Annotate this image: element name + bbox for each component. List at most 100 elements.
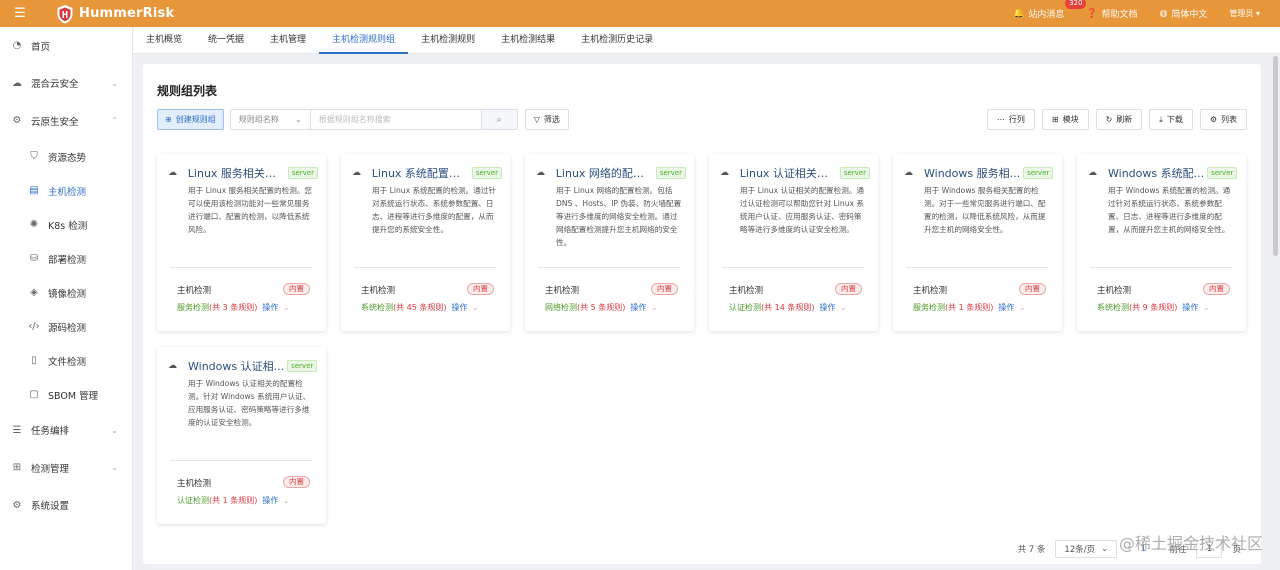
sidebar-item-sbom[interactable]: ▢ SBOM 管理 [0, 378, 132, 412]
vertical-scrollbar[interactable] [1273, 56, 1278, 256]
operations-link[interactable]: 操作 [262, 302, 278, 313]
card-description: 用于 Linux 认证相关的配置检测。通过认证检测可以帮助您针对 Linux 系… [740, 186, 865, 234]
divider [170, 460, 313, 461]
help-link[interactable]: ❓ 帮助文档 [1086, 7, 1137, 21]
server-tag: server [655, 167, 686, 179]
chevron-down-icon: ⌄ [1101, 544, 1109, 554]
builtin-badge: 内置 [283, 476, 310, 488]
chevron-up-icon: ⌃ [111, 116, 118, 126]
language-switch[interactable]: ◍ 简体中文 [1160, 7, 1208, 21]
operations-link[interactable]: 操作 [452, 302, 468, 313]
sidebar-item-cloud-native[interactable]: ⚙ 云原生安全 ⌃ [0, 102, 132, 140]
create-rule-group-button[interactable]: ⊕ 创建规则组 [157, 109, 224, 130]
chevron-down-icon[interactable]: ⌄ [1019, 304, 1025, 312]
rule-group-card[interactable]: ☁ Windows 服务相... server 用于 Windows 服务相关配… [893, 154, 1062, 331]
tab-results[interactable]: 主机检测结果 [488, 27, 568, 54]
rule-group-card[interactable]: ☁ Linux 认证相关的... server 用于 Linux 认证相关的配置… [709, 154, 878, 331]
sidebar-item-code-detection[interactable]: ‹/› 源码检测 [0, 310, 132, 344]
builtin-badge: 内置 [283, 283, 310, 295]
deploy-icon: ⛁ [29, 253, 39, 264]
chevron-down-icon[interactable]: ⌄ [651, 304, 657, 312]
tab-credentials[interactable]: 统一凭据 [195, 27, 257, 54]
sidebar-item-system-settings[interactable]: ⚙ 系统设置 [0, 487, 132, 525]
operations-link[interactable]: 操作 [1182, 302, 1198, 313]
user-menu[interactable]: 管理员 ▾ [1229, 8, 1260, 19]
tab-history[interactable]: 主机检测历史记录 [568, 27, 666, 54]
operations-link[interactable]: 操作 [998, 302, 1014, 313]
cluster-icon: ⚙ [12, 115, 22, 127]
chevron-down-icon[interactable]: ⌄ [1203, 304, 1209, 312]
sidebar-item-label: 文件检测 [48, 356, 87, 368]
logo-shield-icon [57, 4, 73, 23]
list-view-button[interactable]: ⚙ 列表 [1199, 109, 1247, 130]
card-title[interactable]: Windows 认证相... [188, 358, 284, 374]
operations-link[interactable]: 操作 [262, 495, 278, 506]
refresh-button[interactable]: ↻ 刷新 [1095, 109, 1143, 130]
chevron-down-icon[interactable]: ⌄ [283, 304, 289, 312]
card-description: 用于 Windows 服务相关配置的检测。对于一些常见服务进行端口、配置的检测，… [924, 186, 1046, 234]
chevron-down-icon[interactable]: ⌄ [283, 497, 289, 505]
page-size-select[interactable]: 12条/页 ⌄ [1055, 540, 1118, 558]
sidebar-item-detection-management[interactable]: ⊞ 检测管理 ⌄ [0, 449, 132, 487]
image-icon: ◈ [30, 287, 38, 298]
server-group-icon: ☁ [720, 168, 729, 178]
search-icon: ⌕ [496, 114, 502, 125]
card-title[interactable]: Linux 系统配置的... [372, 165, 469, 181]
page-size-label: 12条/页 [1064, 545, 1096, 555]
sidebar-item-home[interactable]: ◔ 首页 [0, 27, 132, 65]
card-title[interactable]: Windows 服务相... [924, 165, 1020, 181]
rule-group-card[interactable]: ☁ Linux 系统配置的... server 用于 Linux 系统配置的检测… [341, 154, 510, 331]
tab-host-management[interactable]: 主机管理 [257, 27, 319, 54]
grid-icon: ⊞ [1051, 115, 1059, 124]
tab-rule-groups[interactable]: 主机检测规则组 [319, 27, 409, 54]
server-tag: server [471, 167, 502, 179]
card-title[interactable]: Windows 系统配... [1108, 165, 1204, 181]
tool-label: 下载 [1166, 115, 1183, 124]
chevron-down-icon: ⌄ [111, 78, 118, 88]
filter-button[interactable]: ▽ 筛选 [524, 109, 569, 130]
card-title[interactable]: Linux 服务相关配... [188, 165, 285, 181]
operations-link[interactable]: 操作 [820, 302, 836, 313]
sidebar-item-label: 镜像检测 [48, 288, 87, 300]
sidebar-item-hybrid-cloud[interactable]: ☁ 混合云安全 ⌄ [0, 65, 132, 103]
search-button[interactable]: ⌕ [480, 110, 517, 129]
card-title[interactable]: Linux 认证相关的... [740, 165, 837, 181]
sidebar-item-task-orchestration[interactable]: ☰ 任务编排 ⌄ [0, 412, 132, 450]
sidebar-item-label: SBOM 管理 [48, 390, 99, 402]
tab-host-overview[interactable]: 主机概览 [133, 27, 195, 54]
chevron-down-icon[interactable]: ⌄ [473, 304, 479, 312]
top-bar: ☰ HummerRisk 🔔 站内消息 320 ❓ 帮助文档 ◍ 简体中文 管理… [0, 0, 1280, 27]
messages-link[interactable]: 🔔 站内消息 320 [1013, 0, 1087, 20]
sidebar-item-image-detection[interactable]: ◈ 镜像检测 [0, 276, 132, 310]
rule-group-card[interactable]: ☁ Linux 服务相关配... server 用于 Linux 服务相关配置的… [157, 154, 326, 331]
rule-group-card[interactable]: ☁ Windows 认证相... server 用于 Windows 认证相关的… [157, 347, 326, 524]
rule-count: (共 1 条规则) [945, 303, 994, 312]
tool-label: 模块 [1062, 115, 1079, 124]
task-icon: ☰ [12, 424, 22, 436]
tool-label: 行列 [1008, 115, 1025, 124]
rule-group-card[interactable]: ☁ Linux 网络的配置... server 用于 Linux 网络的配置检测… [525, 154, 694, 331]
sidebar-item-deploy-detection[interactable]: ⛁ 部署检测 [0, 242, 132, 276]
sidebar-item-file-detection[interactable]: ▯ 文件检测 [0, 344, 132, 378]
sidebar-item-k8s-detection[interactable]: ✺ K8s 检测 [0, 208, 132, 242]
card-description: 用于 Windows 认证相关的配置检测。针对 Windows 系统用户认证、应… [188, 379, 311, 427]
rule-group-card[interactable]: ☁ Windows 系统配... server 用于 Windows 系统配置的… [1077, 154, 1246, 331]
card-title[interactable]: Linux 网络的配置... [556, 165, 653, 181]
grid-view-button[interactable]: ⊞ 模块 [1041, 109, 1089, 130]
server-tag: server [1207, 167, 1238, 179]
file-icon: ▯ [31, 355, 37, 366]
search-input[interactable] [310, 110, 481, 129]
chevron-down-icon[interactable]: ⌄ [841, 304, 847, 312]
hamburger-menu-icon[interactable]: ☰ [0, 0, 40, 27]
builtin-badge: 内置 [1019, 283, 1046, 295]
rule-type: 服务检测 [913, 303, 945, 312]
sidebar-item-host-detection[interactable]: ▤ 主机检测 [0, 174, 132, 208]
tab-rules[interactable]: 主机检测规则 [408, 27, 488, 54]
sidebar-item-resource-posture[interactable]: ⛉ 资源态势 [0, 140, 132, 174]
columns-button[interactable]: ⋯ 行列 [986, 109, 1035, 130]
logo[interactable]: HummerRisk [56, 4, 174, 24]
operations-link[interactable]: 操作 [630, 302, 646, 313]
search-field-select[interactable]: 规则组名称 ⌄ [231, 110, 311, 129]
sidebar-item-label: 混合云安全 [31, 79, 79, 91]
download-button[interactable]: ⤓ 下载 [1149, 109, 1193, 130]
